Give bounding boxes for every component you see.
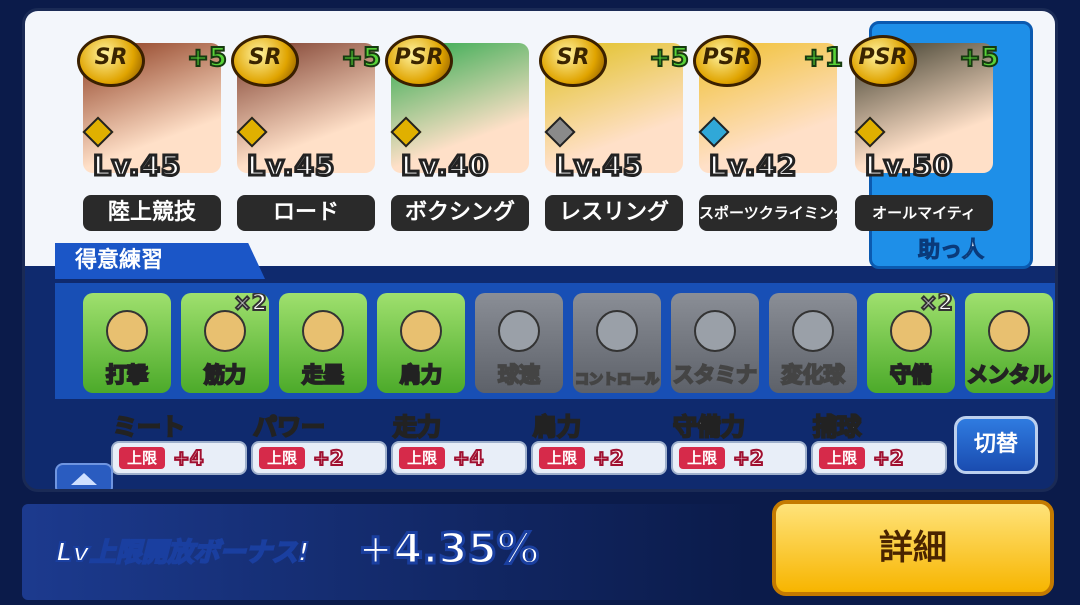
practice-label: 筋力 [203,362,247,388]
practice-label: 走塁 [301,362,345,388]
stat-name: 走力 [392,412,442,442]
practice-2[interactable]: 筋力 ×2 [181,293,269,393]
practice-label: 変化球 [781,362,846,388]
up-arrow-icon [71,473,97,485]
cap-value: +2 [312,445,345,471]
practice-label: 肩力 [399,362,443,388]
plus-level: +1 [802,42,844,74]
practice-4[interactable]: 肩力 [377,293,465,393]
practice-label: 守備 [889,362,933,388]
practice-9[interactable]: 守備 ×2 [867,293,955,393]
practice-multiplier: ×2 [232,293,268,317]
rank-badge: PSR [693,35,761,87]
practice-5[interactable]: 球速 [475,293,563,393]
card-name: オールマイティ [855,195,993,231]
card-name: ロード [237,195,375,231]
practice-8[interactable]: 変化球 [769,293,857,393]
support-card[interactable]: PSR +1 Lv.42 スポーツクライミング [693,29,844,244]
rank-badge: PSR [385,35,453,87]
card-name: スポーツクライミング [699,195,837,231]
stat-bonus: パワー上限 +2 [251,403,391,483]
practice-label: 打撃 [105,362,149,388]
stat-name: 守備力 [672,412,746,442]
collapse-button[interactable] [55,463,113,489]
practice-label: スタミナ [672,362,758,388]
switch-button[interactable]: 切替 [954,416,1038,474]
cap-label: 上限 [819,447,865,469]
deck-panel: 助っ人 SR +5 Lv.45 陸上競技 SR +5 Lv.45 ロード PSR Lv.40 ボクシ… [22,8,1058,492]
target-icon [596,310,638,352]
cap-value: +2 [592,445,625,471]
stat-bonus: 走力上限 +4 [391,403,531,483]
card-name: ボクシング [391,195,529,231]
practice-10[interactable]: メンタル [965,293,1053,393]
stat-bonus: ミート上限 +4 [111,403,251,483]
card-level: Lv.45 [245,148,336,184]
level-cap-bonus-banner: Lv上限開放ボーナス! +4.35% [22,504,748,600]
stat-cap-pill: 上限 +4 [391,441,527,475]
practice-row: 打撃 筋力 ×2 走塁 肩力 球速 コントロール スタミナ 変化球 守備 ×2 メンタル [55,283,1055,399]
practice-6[interactable]: コントロール [573,293,661,393]
support-card[interactable]: PSR +5 Lv.50 オールマイティ [849,29,1000,244]
card-level: Lv.42 [707,148,798,184]
stat-cap-pill: 上限 +2 [251,441,387,475]
card-name: 陸上競技 [83,195,221,231]
plus-level: +5 [958,42,1000,74]
bonus-value: +4.35% [357,523,541,575]
base-icon [302,310,344,352]
cap-label: 上限 [679,447,725,469]
cap-label: 上限 [259,447,305,469]
card-level: Lv.50 [863,148,954,184]
cap-value: +2 [872,445,905,471]
practice-1[interactable]: 打撃 [83,293,171,393]
stat-name: パワー [252,412,326,442]
practice-label: 球速 [497,362,541,388]
stat-name: 捕球 [812,412,862,442]
cap-value: +4 [452,445,485,471]
support-card[interactable]: SR +5 Lv.45 ロード [231,29,382,244]
plus-level: +5 [648,42,690,74]
cap-label: 上限 [399,447,445,469]
bonus-label: Lv上限開放ボーナス! [55,537,310,569]
stat-cap-pill: 上限 +2 [811,441,947,475]
support-card[interactable]: SR +5 Lv.45 陸上競技 [77,29,228,244]
card-level: Lv.45 [91,148,182,184]
stat-cap-pill: 上限 +2 [671,441,807,475]
support-card[interactable]: PSR Lv.40 ボクシング [385,29,531,244]
bat-icon [106,310,148,352]
breaking-ball-icon [792,310,834,352]
fastball-icon [498,310,540,352]
cap-value: +4 [172,445,205,471]
stat-bonus: 捕球上限 +2 [811,403,951,483]
cap-label: 上限 [119,447,165,469]
stat-cap-pill: 上限 +2 [531,441,667,475]
cap-value: +2 [732,445,765,471]
stat-name: ミート [112,412,186,442]
rank-badge: PSR [849,35,917,87]
plus-level: +5 [340,42,382,74]
plus-level: +5 [186,42,228,74]
mental-icon [988,310,1030,352]
detail-button[interactable]: 詳細 [772,500,1054,596]
card-name: レスリング [545,195,683,231]
tire-icon [694,310,736,352]
practice-title: 得意練習 [55,243,265,279]
practice-7[interactable]: スタミナ [671,293,759,393]
support-card[interactable]: SR +5 Lv.45 レスリング [539,29,690,244]
rank-badge: SR [539,35,607,87]
practice-3[interactable]: 走塁 [279,293,367,393]
rank-badge: SR [77,35,145,87]
practice-label: メンタル [966,362,1052,388]
ball-throw-icon [400,310,442,352]
stat-name: 肩力 [532,412,582,442]
practice-label: コントロール [574,371,660,389]
practice-multiplier: ×2 [918,293,954,317]
stat-cap-pill: 上限 +4 [111,441,247,475]
stat-bonus: 肩力上限 +2 [531,403,671,483]
cap-label: 上限 [539,447,585,469]
stat-bonus: 守備力上限 +2 [671,403,811,483]
card-level: Lv.40 [399,148,490,184]
card-level: Lv.45 [553,148,644,184]
rank-badge: SR [231,35,299,87]
